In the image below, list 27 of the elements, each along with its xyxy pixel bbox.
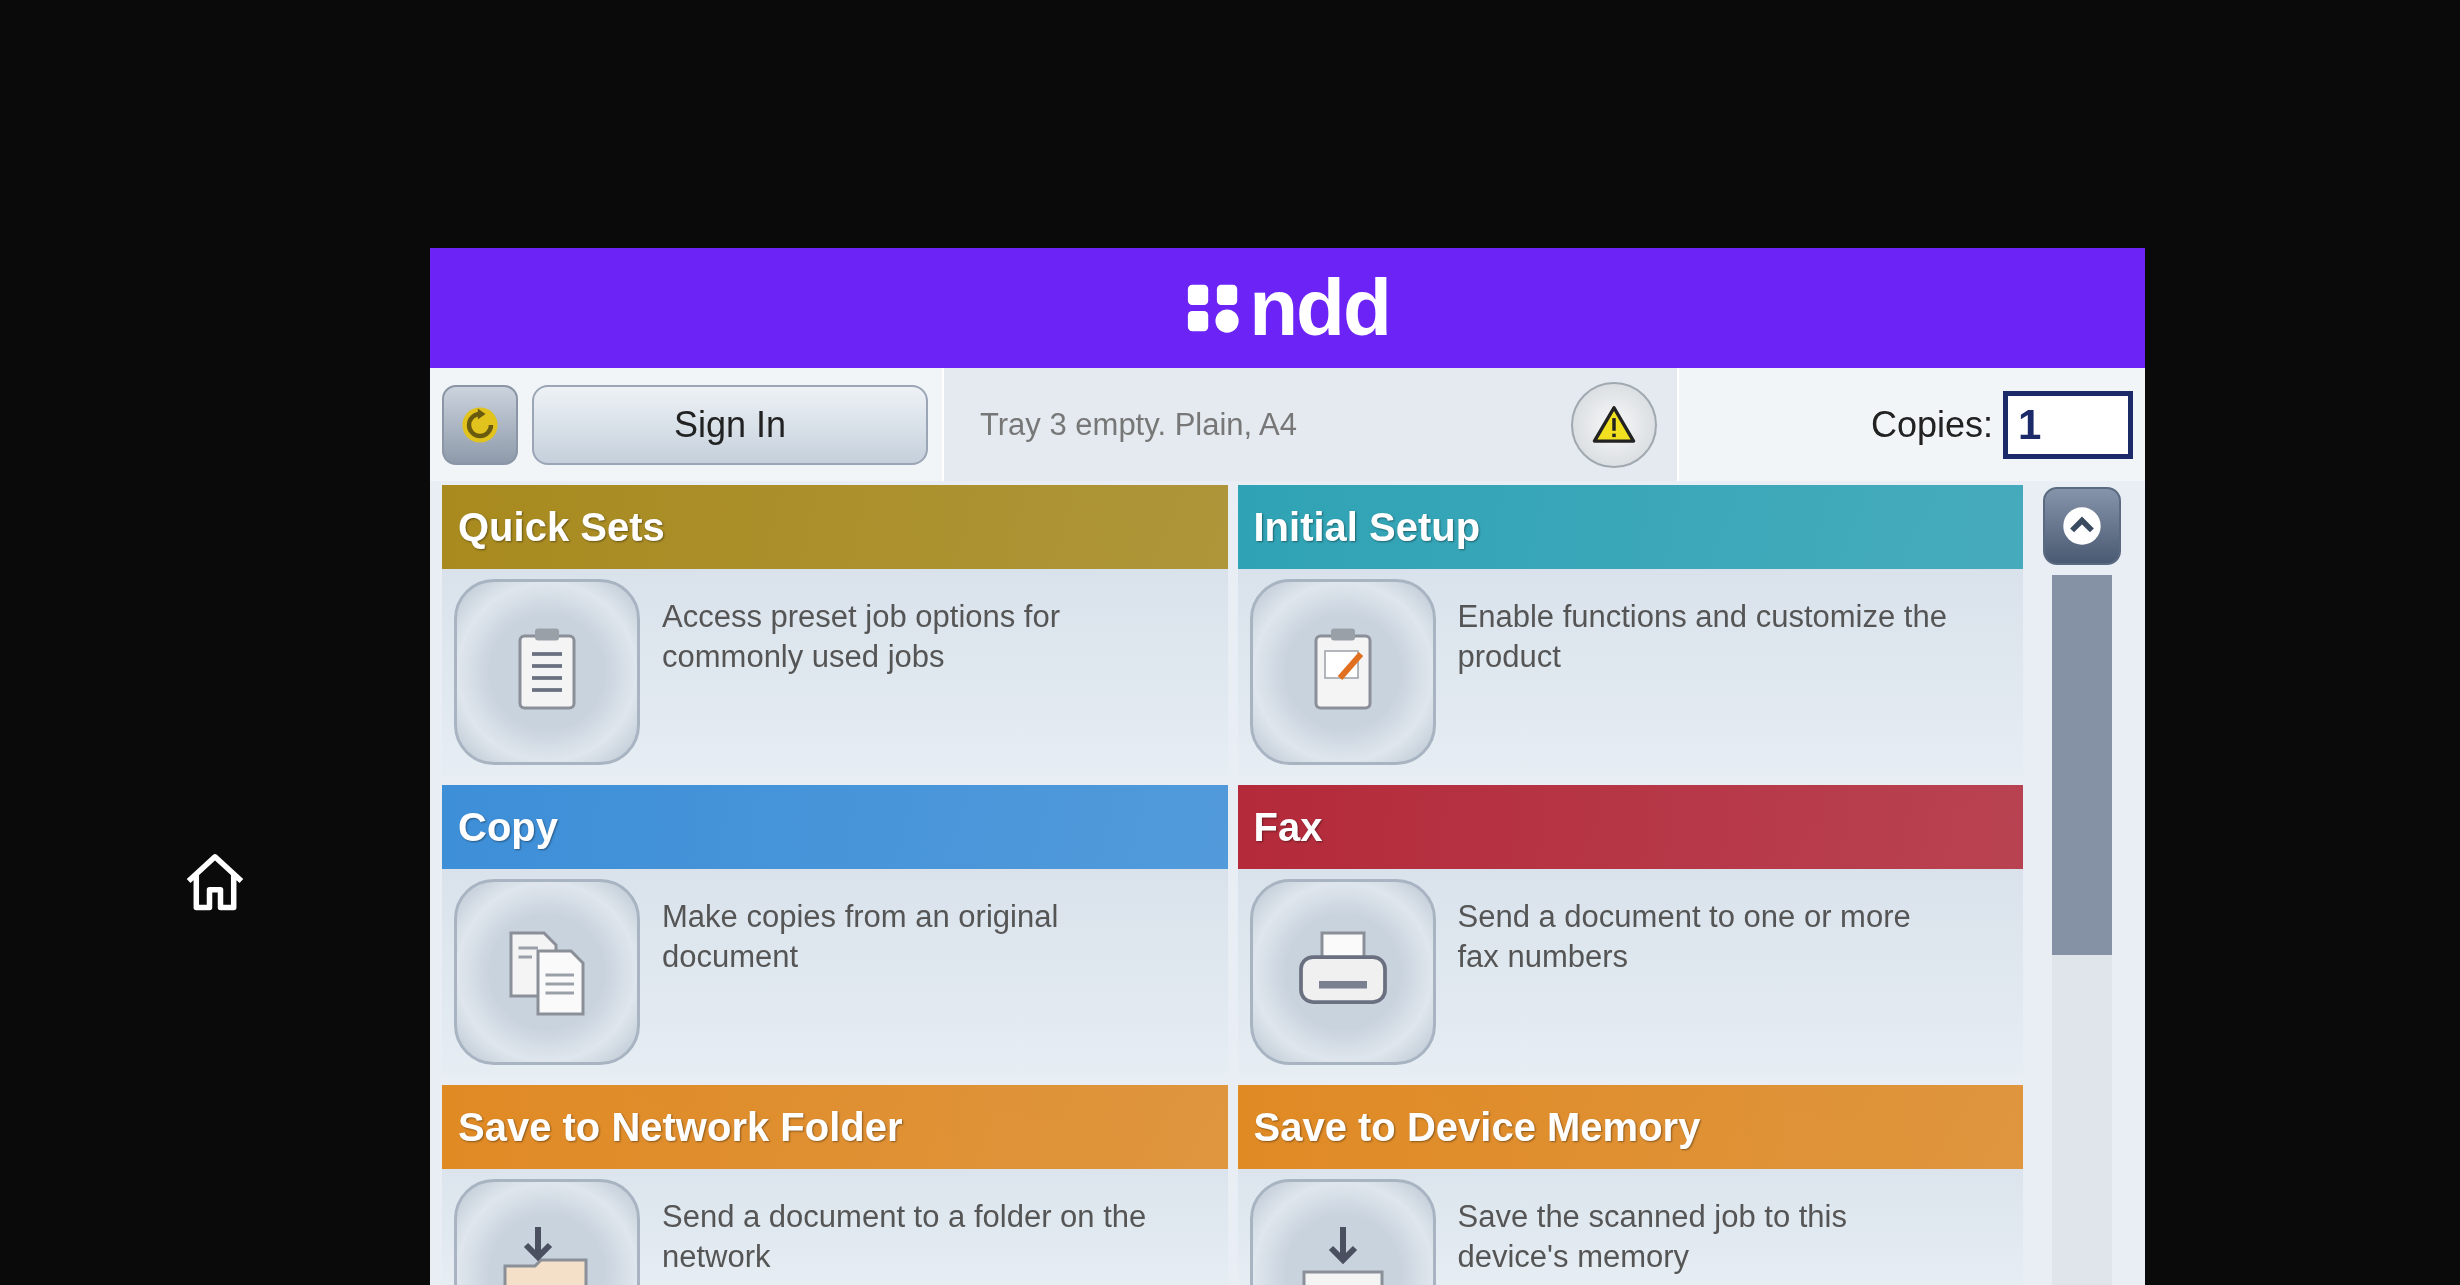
scroll-up-button[interactable] [2043,487,2121,565]
checklist-button[interactable] [454,579,640,765]
tile-description: Access preset job options for commonly used jobs [662,598,1062,677]
scrollbar-thumb[interactable] [2052,575,2112,955]
function-tile[interactable]: Save to Network Folder Send a document to a folder on the network [442,1085,1228,1285]
tile-description: Send a document to one or more fax numbers [1457,898,1912,977]
copies-field[interactable]: 1 [2003,390,2133,459]
refresh-button[interactable] [442,384,518,465]
clipboard-button[interactable] [1249,579,1436,765]
tile-title: Quick Sets [442,485,1228,569]
status-message: Tray 3 empty. Plain, A4 [980,406,1299,443]
sign-in-button[interactable]: Sign In [532,384,928,465]
tile-title: Fax [1237,785,2023,869]
copy-button[interactable] [454,879,640,1065]
function-tile[interactable]: Save to Device Memory Save the scanned job to this device's memory [1237,1085,2023,1285]
copies-label: Copies: [1870,403,1993,446]
tile-title: Save to Device Memory [1237,1085,2023,1169]
tile-description: Save the scanned job to this device's memory [1457,1198,1848,1277]
tile-title: Save to Network Folder [442,1085,1228,1169]
tile-title: Initial Setup [1237,485,2023,569]
tile-description: Make copies from an original document [662,898,1060,977]
chevron-up-icon [2060,504,2104,548]
logo-text: ndd [1249,268,1390,349]
tile-description: Send a document to a folder on the network [662,1198,1148,1277]
fax-button[interactable] [1249,879,1436,1065]
tile-title: Copy [442,785,1228,869]
tile-description: Enable functions and customize the product [1457,598,1948,677]
